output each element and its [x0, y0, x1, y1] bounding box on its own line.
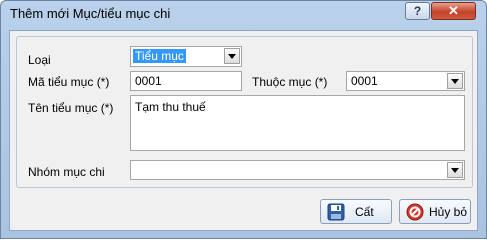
window-title: Thêm mới Mục/tiểu mục chi — [10, 6, 171, 21]
save-label: Cất — [355, 205, 374, 219]
thuoc-muc-label: Thuộc mục (*) — [252, 75, 328, 89]
help-button[interactable]: ? — [405, 2, 430, 20]
chevron-down-icon[interactable] — [447, 73, 463, 89]
ten-tieu-muc-textarea[interactable]: Tạm thu thuế — [130, 95, 465, 151]
thuoc-muc-value: 0001 — [351, 74, 378, 88]
close-icon: ✕ — [448, 3, 459, 18]
ma-tieu-muc-input[interactable]: 0001 — [130, 71, 242, 91]
thuoc-muc-select[interactable]: 0001 — [346, 71, 465, 91]
title-bar[interactable]: Thêm mới Mục/tiểu mục chi ? ✕ — [1, 1, 486, 27]
cancel-button[interactable]: Hủy bỏ — [399, 199, 471, 224]
cancel-label: Hủy bỏ — [429, 205, 468, 219]
loai-label: Loại — [28, 53, 51, 67]
loai-selected-value: Tiểu mục — [133, 49, 186, 63]
nhom-muc-chi-select[interactable] — [130, 160, 465, 180]
close-button[interactable]: ✕ — [431, 2, 476, 20]
ten-tieu-muc-label: Tên tiểu mục (*) — [28, 101, 114, 115]
nhom-muc-chi-label: Nhóm mục chi — [28, 165, 105, 179]
chevron-down-icon[interactable] — [224, 48, 240, 64]
dialog-body: Loại Tiểu mục Mã tiểu mục (*) 0001 Thuộc… — [9, 30, 478, 231]
ma-tieu-muc-label: Mã tiểu mục (*) — [28, 75, 110, 89]
help-icon: ? — [413, 4, 422, 18]
dialog-window: Thêm mới Mục/tiểu mục chi ? ✕ Loại Tiểu … — [0, 0, 487, 239]
save-button[interactable]: Cất — [320, 199, 392, 224]
chevron-down-icon[interactable] — [447, 162, 463, 178]
cancel-circle-icon — [406, 203, 424, 221]
floppy-disk-icon — [327, 203, 345, 221]
loai-select[interactable]: Tiểu mục — [130, 46, 242, 67]
